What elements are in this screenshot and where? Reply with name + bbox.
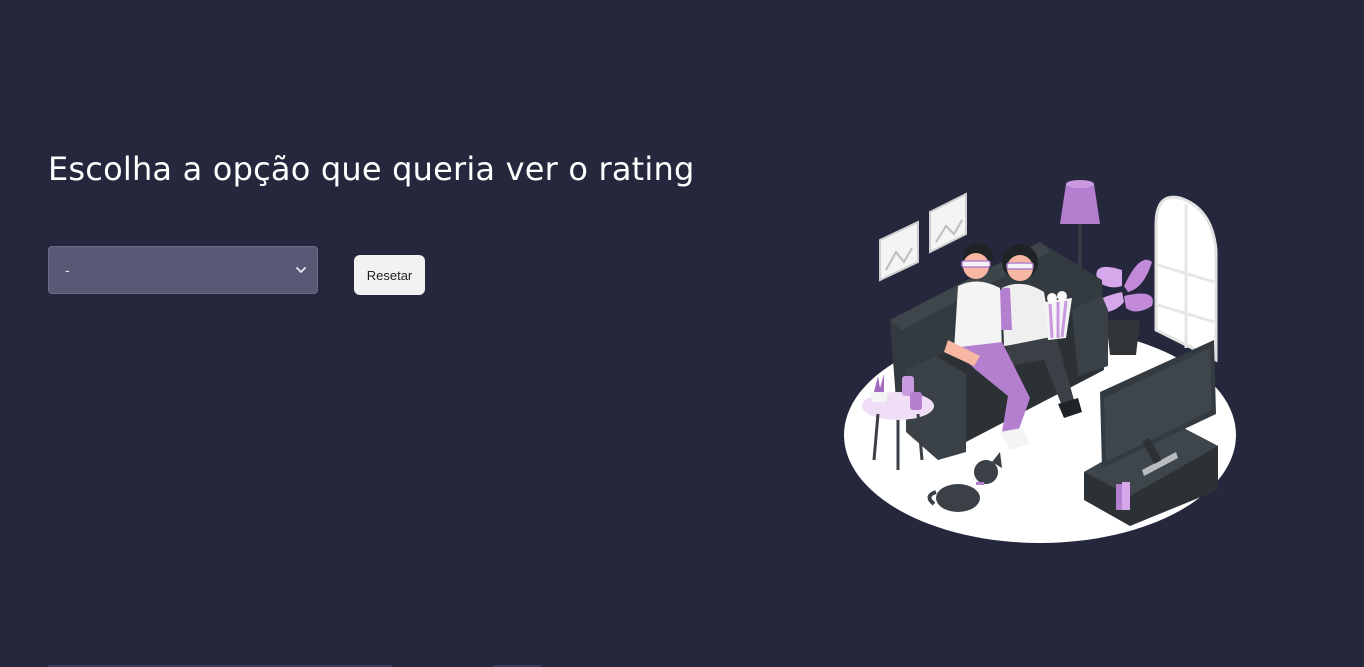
wall-frame-left: [879, 220, 919, 282]
wall-frame-right: [929, 192, 967, 254]
window: [1154, 195, 1218, 363]
select-box[interactable]: -: [48, 246, 318, 294]
page-title: Escolha a opção que queria ver o rating: [48, 150, 695, 188]
chevron-down-icon: [295, 264, 307, 276]
rating-option-select[interactable]: -: [48, 246, 318, 294]
select-value: -: [65, 262, 70, 278]
couple-watching-tv-illustration: [840, 170, 1260, 560]
reset-button[interactable]: Resetar: [354, 255, 425, 295]
